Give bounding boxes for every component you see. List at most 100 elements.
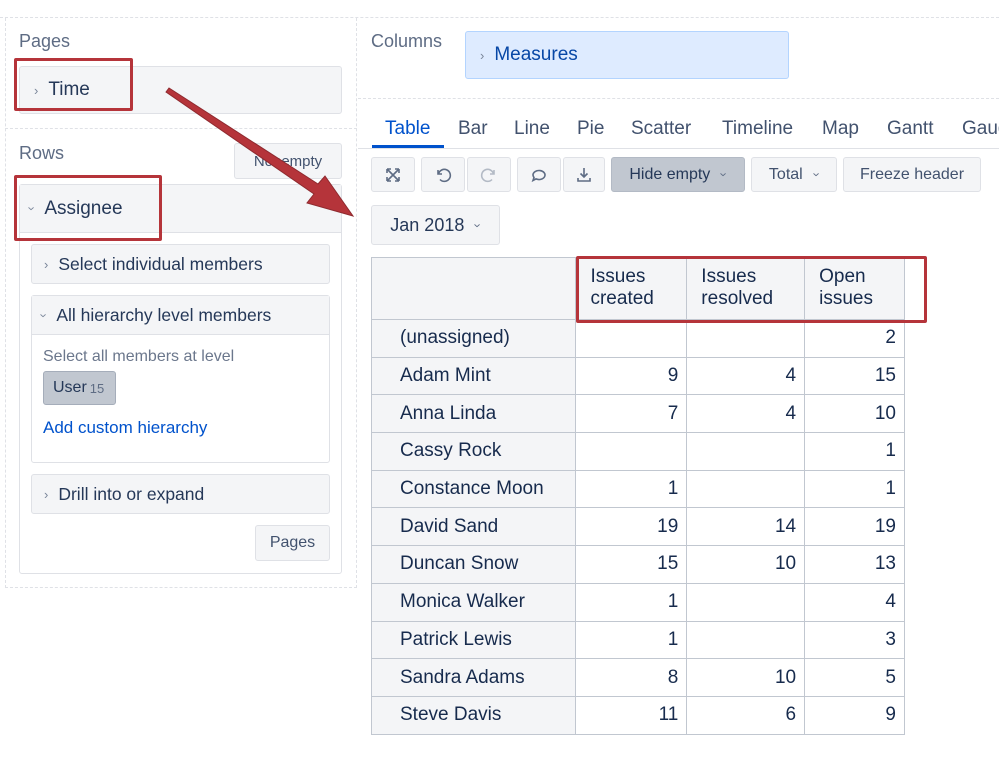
cell-issues-resolved xyxy=(686,432,806,471)
table-row: Duncan Snow 15 10 13 xyxy=(370,545,905,584)
cell-open-issues: 10 xyxy=(804,394,905,434)
row-member-name[interactable]: Cassy Rock xyxy=(370,432,577,471)
top-dashed-edge xyxy=(0,0,999,18)
undo-button[interactable] xyxy=(421,157,465,192)
row-member-name[interactable]: Constance Moon xyxy=(370,469,577,509)
table-body: (unassigned) 2 Adam Mint 9 4 15 Anna Linda 7 4 10… xyxy=(370,319,905,735)
date-filter-dropdown[interactable]: Jan 2018 › xyxy=(371,205,500,245)
table-row: (unassigned) 2 xyxy=(370,319,905,358)
annotation-header-box xyxy=(576,256,927,323)
redo-button[interactable] xyxy=(467,157,511,192)
tab-map[interactable]: Map xyxy=(822,118,859,140)
table-row: Steve Davis 11 6 9 xyxy=(370,695,905,735)
cell-open-issues: 15 xyxy=(804,356,905,396)
user-tag-count: 15 xyxy=(89,380,105,396)
cell-issues-resolved: 10 xyxy=(686,658,806,697)
redo-icon xyxy=(480,168,495,182)
cell-issues-created: 11 xyxy=(575,695,688,735)
cell-issues-created: 1 xyxy=(575,582,688,622)
cell-open-issues: 9 xyxy=(804,695,905,735)
chevron-down-icon: › xyxy=(471,222,487,228)
chevron-down-icon: › xyxy=(716,172,732,177)
tab-timeline[interactable]: Timeline xyxy=(722,118,793,140)
total-button[interactable]: Total › xyxy=(751,157,837,192)
rows-label: Rows xyxy=(19,143,65,163)
row-member-name[interactable]: David Sand xyxy=(370,507,577,547)
add-custom-hierarchy-link[interactable]: Add custom hierarchy xyxy=(43,418,207,438)
hide-empty-button[interactable]: Hide empty › xyxy=(611,157,745,192)
table-row: Sandra Adams 8 10 5 xyxy=(370,658,905,697)
tab-line[interactable]: Line xyxy=(514,118,550,140)
cell-issues-created: 15 xyxy=(575,545,688,584)
chevron-right-icon: › xyxy=(44,486,49,502)
cell-issues-created: 19 xyxy=(575,507,688,547)
cell-issues-created: 1 xyxy=(575,620,688,660)
annotation-time-box xyxy=(14,58,133,111)
tab-scatter[interactable]: Scatter xyxy=(631,118,691,140)
table-row: Constance Moon 1 1 xyxy=(370,469,905,509)
cell-issues-created: 9 xyxy=(575,356,688,396)
freeze-header-button[interactable]: Freeze header xyxy=(843,157,981,192)
measures-dimension-item[interactable]: › Measures xyxy=(465,31,789,79)
cell-issues-resolved: 4 xyxy=(686,394,806,434)
tab-gauge[interactable]: Gaug xyxy=(962,118,999,140)
columns-label: Columns xyxy=(371,31,443,51)
select-all-level-text: Select all members at level xyxy=(43,348,235,365)
all-hierarchy-label: All hierarchy level members xyxy=(56,304,272,325)
corner-cell xyxy=(370,257,577,320)
cell-open-issues: 19 xyxy=(804,507,905,547)
drill-into-or-expand[interactable]: › Drill into or expand xyxy=(31,474,330,514)
cell-issues-created xyxy=(575,319,688,358)
download-icon xyxy=(577,167,591,182)
hide-empty-label: Hide empty xyxy=(629,165,711,183)
cell-issues-created: 7 xyxy=(575,394,688,434)
drill-expand-label: Drill into or expand xyxy=(58,483,205,504)
row-member-name[interactable]: Adam Mint xyxy=(370,356,577,396)
all-hierarchy-level-members[interactable]: › All hierarchy level members xyxy=(32,296,329,335)
tab-table[interactable]: Table xyxy=(385,118,430,140)
cell-open-issues: 4 xyxy=(804,582,905,622)
results-table: Issues created Issues resolved Open issu… xyxy=(370,257,905,735)
pages-label: Pages xyxy=(19,31,71,51)
nonempty-button[interactable]: Nonempty xyxy=(234,143,342,179)
select-individual-members[interactable]: › Select individual members xyxy=(31,244,330,284)
chevron-right-icon: › xyxy=(44,256,49,272)
comment-icon xyxy=(531,169,546,182)
tabs-bottom-border xyxy=(358,148,999,149)
fullscreen-button[interactable] xyxy=(371,157,415,192)
row-member-name[interactable]: Duncan Snow xyxy=(370,545,577,584)
row-member-name[interactable]: Monica Walker xyxy=(370,582,577,622)
cell-open-issues: 1 xyxy=(804,432,905,471)
table-row: Anna Linda 7 4 10 xyxy=(370,394,905,434)
cell-issues-resolved xyxy=(686,319,806,358)
date-filter-label: Jan 2018 xyxy=(390,214,465,235)
cell-issues-resolved: 14 xyxy=(686,507,806,547)
export-button[interactable] xyxy=(563,157,605,192)
comment-button[interactable] xyxy=(517,157,561,192)
row-member-name[interactable]: Sandra Adams xyxy=(370,658,577,697)
row-member-name[interactable]: (unassigned) xyxy=(370,319,577,358)
cell-issues-created: 8 xyxy=(575,658,688,697)
table-row: Patrick Lewis 1 3 xyxy=(370,620,905,660)
tab-pie[interactable]: Pie xyxy=(577,118,604,140)
row-member-name[interactable]: Anna Linda xyxy=(370,394,577,434)
cell-open-issues: 1 xyxy=(804,469,905,509)
row-member-name[interactable]: Patrick Lewis xyxy=(370,620,577,660)
pages-button[interactable]: Pages xyxy=(255,525,330,561)
cell-issues-resolved: 4 xyxy=(686,356,806,396)
table-row: Adam Mint 9 4 15 xyxy=(370,356,905,396)
chevron-down-icon: › xyxy=(36,312,52,318)
cell-issues-resolved xyxy=(686,469,806,509)
row-member-name[interactable]: Steve Davis xyxy=(370,695,577,735)
tab-bar[interactable]: Bar xyxy=(458,118,488,140)
table-row: David Sand 19 14 19 xyxy=(370,507,905,547)
chevron-down-icon: › xyxy=(809,172,825,177)
cell-open-issues: 5 xyxy=(804,658,905,697)
right-divider xyxy=(358,98,999,99)
user-level-tag[interactable]: User 15 xyxy=(43,371,116,405)
user-tag-label: User xyxy=(53,379,87,396)
cell-open-issues: 2 xyxy=(804,319,905,358)
table-row: Monica Walker 1 4 xyxy=(370,582,905,622)
tab-gantt[interactable]: Gantt xyxy=(887,118,933,140)
total-label: Total xyxy=(768,165,803,183)
